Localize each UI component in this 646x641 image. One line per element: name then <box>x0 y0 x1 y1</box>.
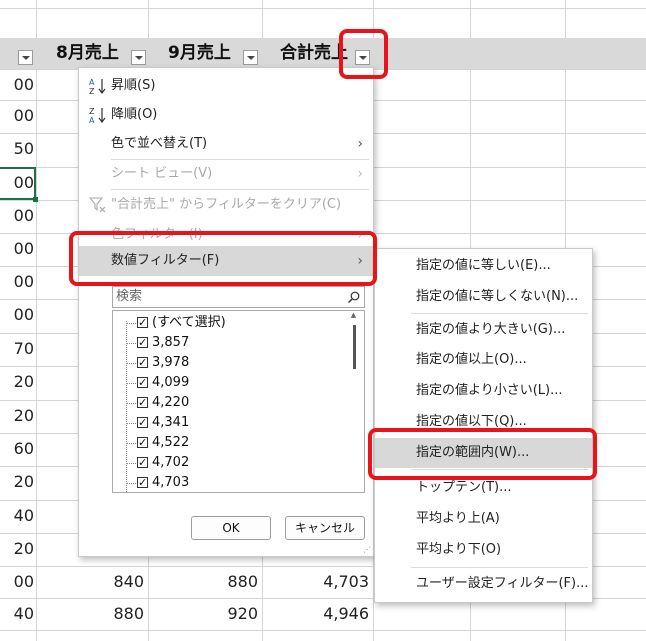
grid-line <box>0 630 646 631</box>
tree-connector <box>127 383 136 384</box>
cell-value[interactable]: 00 <box>0 234 34 264</box>
sort-ascending-item[interactable]: AZ 昇順(S) <box>79 71 373 101</box>
cell-total[interactable]: 4,703 <box>285 567 369 597</box>
checkbox[interactable] <box>137 313 148 333</box>
chevron-right-icon: › <box>357 166 363 182</box>
cell-value[interactable]: 00 <box>0 201 34 231</box>
tree-guide-line <box>126 321 127 492</box>
submenu-greater-or-equal-item[interactable]: 指定の値以上(O)... <box>375 345 592 375</box>
cell-value[interactable]: 00 <box>0 300 34 330</box>
cell-value[interactable]: 40 <box>0 501 34 531</box>
filter-value-label: 4,702 <box>152 455 190 470</box>
filter-dropdown-button[interactable] <box>131 50 146 65</box>
header-sep-sales[interactable]: 9月売上 <box>168 38 231 69</box>
chevron-right-icon: › <box>357 136 363 152</box>
search-input[interactable]: 検索 <box>112 286 365 308</box>
filter-dropdown-button[interactable] <box>18 50 33 65</box>
cell-value[interactable]: 00 <box>0 567 34 597</box>
checkbox[interactable] <box>137 433 148 453</box>
tree-connector <box>127 443 136 444</box>
tree-connector <box>127 423 136 424</box>
header-total-sales[interactable]: 合計売上 <box>280 38 348 69</box>
svg-text:Z: Z <box>89 87 95 95</box>
submenu-above-average-item[interactable]: 平均より上(A) <box>375 504 592 534</box>
sort-descending-icon: ZA <box>89 106 107 125</box>
cell-value[interactable]: 20 <box>0 401 34 431</box>
grid-line <box>36 0 37 641</box>
tree-connector <box>127 403 136 404</box>
cell-value[interactable]: 70 <box>0 334 34 364</box>
sheet-view-item: シート ビュー(V) › <box>79 159 373 189</box>
checkbox[interactable] <box>137 373 148 393</box>
cancel-button[interactable]: キャンセル <box>285 516 365 540</box>
submenu-not-equals-item[interactable]: 指定の値に等しくない(N)... <box>375 282 592 312</box>
sort-by-color-item[interactable]: 色で並べ替え(T) › <box>79 129 373 159</box>
checkbox[interactable] <box>137 393 148 413</box>
submenu-greater-than-item[interactable]: 指定の値より大きい(G)... <box>375 315 592 345</box>
cell-value[interactable]: 20 <box>0 467 34 497</box>
filter-menu: AZ 昇順(S) ZA 降順(O) 色で並べ替え(T) › シート ビュー(V)… <box>78 67 374 557</box>
highlight-filter-button <box>339 29 388 79</box>
filter-value-label: 3,857 <box>152 335 190 350</box>
cell-total[interactable]: 4,946 <box>285 599 369 629</box>
tree-connector <box>127 463 136 464</box>
submenu-less-than-item[interactable]: 指定の値より小さい(L)... <box>375 376 592 406</box>
cell-value[interactable]: 00 <box>0 70 34 100</box>
sort-descending-item[interactable]: ZA 降順(O) <box>79 100 373 130</box>
clear-filter-item: "合計売上" からフィルターをクリア(C) <box>79 190 373 220</box>
filter-value-label: 4,703 <box>152 475 190 490</box>
submenu-below-average-item[interactable]: 平均より下(O) <box>375 535 592 565</box>
filter-value-label: 4,220 <box>152 395 190 410</box>
filter-value-label: 4,522 <box>152 435 190 450</box>
submenu-custom-filter-item[interactable]: ユーザー設定フィルター(F)... <box>375 569 592 599</box>
scroll-up-arrow-icon[interactable]: ▲ <box>349 311 358 321</box>
highlight-number-filter <box>69 231 377 286</box>
cell-sep[interactable]: 920 <box>170 599 258 629</box>
filter-value-label: 3,978 <box>152 355 190 370</box>
svg-text:Z: Z <box>89 107 95 116</box>
cell-value[interactable]: 40 <box>0 599 34 629</box>
cell-value[interactable]: 60 <box>0 434 34 464</box>
cell-value[interactable]: 20 <box>0 534 34 564</box>
svg-text:A: A <box>89 78 95 87</box>
cell-value[interactable]: 00 <box>0 267 34 297</box>
tree-connector <box>127 483 136 484</box>
tree-connector <box>127 343 136 344</box>
filter-value-label: (すべて選択) <box>152 315 226 330</box>
checkbox[interactable] <box>137 353 148 373</box>
filter-value-label: 4,341 <box>152 415 190 430</box>
tree-connector <box>127 323 136 324</box>
cell-value[interactable]: 50 <box>0 134 34 164</box>
cell-aug[interactable]: 880 <box>60 599 144 629</box>
svg-text:A: A <box>89 116 95 124</box>
checkbox[interactable] <box>137 473 148 492</box>
menu-separator <box>411 567 588 568</box>
resize-grip-icon[interactable]: ⋰ <box>363 545 371 554</box>
checkbox[interactable] <box>137 453 148 473</box>
selected-cell[interactable] <box>0 167 38 202</box>
cell-aug[interactable]: 840 <box>60 567 144 597</box>
highlight-between-item <box>368 428 597 480</box>
cell-value[interactable]: 20 <box>0 367 34 397</box>
filter-dropdown-button[interactable] <box>243 50 258 65</box>
menu-separator <box>411 313 588 314</box>
grid-line <box>0 8 646 9</box>
scrollbar-thumb[interactable] <box>353 325 356 369</box>
sort-ascending-icon: AZ <box>89 77 107 96</box>
checkbox[interactable] <box>137 333 148 353</box>
clear-filter-icon <box>88 196 107 214</box>
cell-sep[interactable]: 880 <box>170 567 258 597</box>
filter-value-label: 4,099 <box>152 375 190 390</box>
value-checkbox-list[interactable]: (すべて選択) 3,857 3,978 4,099 4,220 4,341 4,522 4,7… <box>112 310 365 493</box>
cell-value[interactable]: 00 <box>0 101 34 131</box>
checkbox[interactable] <box>137 413 148 433</box>
submenu-equals-item[interactable]: 指定の値に等しい(E)... <box>375 251 592 281</box>
number-filter-submenu: 指定の値に等しい(E)... 指定の値に等しくない(N)... 指定の値より大き… <box>374 248 593 603</box>
tree-connector <box>127 363 136 364</box>
header-aug-sales[interactable]: 8月売上 <box>56 38 119 69</box>
ok-button[interactable]: OK <box>191 516 271 540</box>
search-icon <box>348 290 360 303</box>
